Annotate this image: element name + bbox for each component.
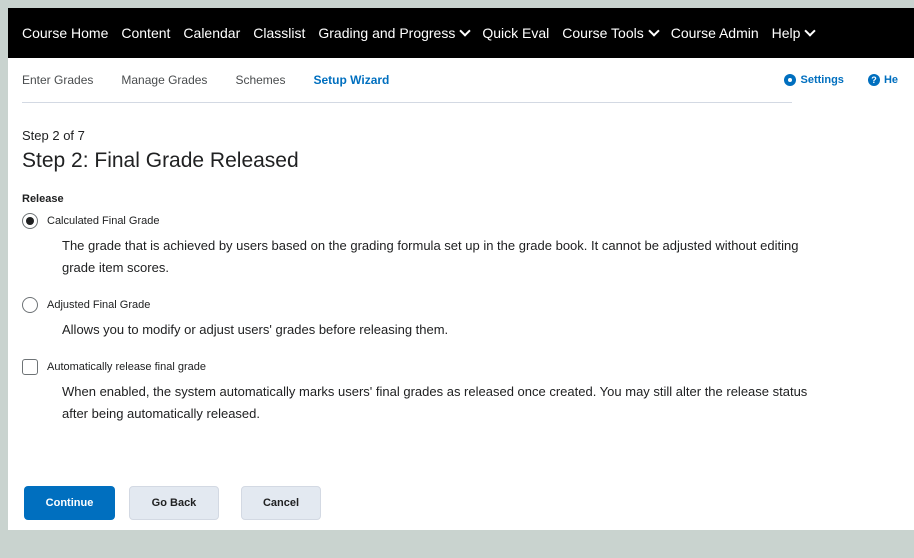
settings-label: Settings (800, 74, 844, 86)
subnav-actions: Settings ? He (783, 58, 914, 102)
page-title: Step 2: Final Grade Released (22, 149, 299, 172)
nav-course-tools[interactable]: Course Tools (562, 25, 660, 41)
description-line: Allows you to modify or adjust users' gr… (62, 322, 449, 337)
nav-label: Calendar (183, 25, 241, 41)
chevron-down-icon (459, 25, 472, 37)
grades-subnav: Enter Grades Manage Grades Schemes Setup… (8, 58, 914, 103)
description-line: grade item scores. (62, 260, 169, 275)
app-frame: Course Home Content Calendar Classlist G… (8, 8, 914, 530)
go-back-button[interactable]: Go Back (129, 486, 219, 520)
nav-help[interactable]: Help (771, 25, 817, 41)
tab-schemes[interactable]: Schemes (235, 58, 285, 102)
calculated-description: The grade that is achieved by users base… (62, 235, 900, 279)
step-indicator: Step 2 of 7 (22, 128, 85, 143)
radio-label: Calculated Final Grade (47, 215, 160, 227)
tab-setup-wizard[interactable]: Setup Wizard (313, 58, 389, 102)
nav-label: Quick Eval (482, 25, 550, 41)
nav-calendar[interactable]: Calendar (183, 25, 240, 41)
nav-classlist[interactable]: Classlist (253, 25, 305, 41)
radio-calculated-final-grade[interactable]: Calculated Final Grade (22, 213, 900, 229)
nav-label: Course Home (22, 25, 109, 41)
gear-icon (783, 74, 796, 86)
wizard-buttons: Continue Go Back Cancel (24, 486, 335, 520)
checkbox[interactable] (22, 359, 38, 375)
checkbox-label: Automatically release final grade (47, 361, 206, 373)
settings-link[interactable]: Settings (783, 74, 844, 86)
description-line: The grade that is achieved by users base… (62, 238, 799, 253)
chevron-down-icon (648, 25, 660, 37)
tab-enter-grades[interactable]: Enter Grades (22, 58, 93, 102)
help-label: He (883, 74, 898, 86)
nav-course-home[interactable]: Course Home (22, 25, 108, 41)
description-line: When enabled, the system automatically m… (62, 384, 808, 399)
chevron-down-icon (804, 25, 817, 37)
tab-manage-grades[interactable]: Manage Grades (121, 58, 207, 102)
cancel-button[interactable]: Cancel (241, 486, 321, 520)
radio-button[interactable] (22, 297, 38, 313)
release-section-label: Release (22, 193, 64, 205)
grades-tabs: Enter Grades Manage Grades Schemes Setup… (22, 58, 792, 103)
nav-label: Course Admin (670, 25, 759, 41)
nav-course-admin[interactable]: Course Admin (671, 25, 759, 41)
nav-label: Help (771, 25, 801, 41)
nav-grading-and-progress[interactable]: Grading and Progress (318, 25, 472, 41)
radio-label: Adjusted Final Grade (47, 299, 151, 311)
nav-label: Grading and Progress (318, 25, 456, 41)
nav-label: Content (121, 25, 171, 41)
nav-quick-eval[interactable]: Quick Eval (482, 25, 549, 41)
radio-adjusted-final-grade[interactable]: Adjusted Final Grade (22, 297, 900, 313)
nav-label: Course Tools (562, 25, 644, 41)
description-line: after being automatically released. (62, 406, 261, 421)
adjusted-description: Allows you to modify or adjust users' gr… (62, 319, 900, 341)
help-icon: ? (867, 74, 880, 86)
course-navbar: Course Home Content Calendar Classlist G… (8, 8, 914, 58)
nav-content[interactable]: Content (121, 25, 170, 41)
nav-label: Classlist (253, 25, 306, 41)
continue-button[interactable]: Continue (24, 486, 115, 520)
auto-release-description: When enabled, the system automatically m… (62, 381, 900, 425)
checkbox-auto-release[interactable]: Automatically release final grade (22, 359, 900, 375)
help-link[interactable]: ? He (867, 74, 898, 86)
wizard-content: Step 2 of 7 Step 2: Final Grade Released… (8, 128, 914, 425)
radio-button-selected[interactable] (22, 213, 38, 229)
